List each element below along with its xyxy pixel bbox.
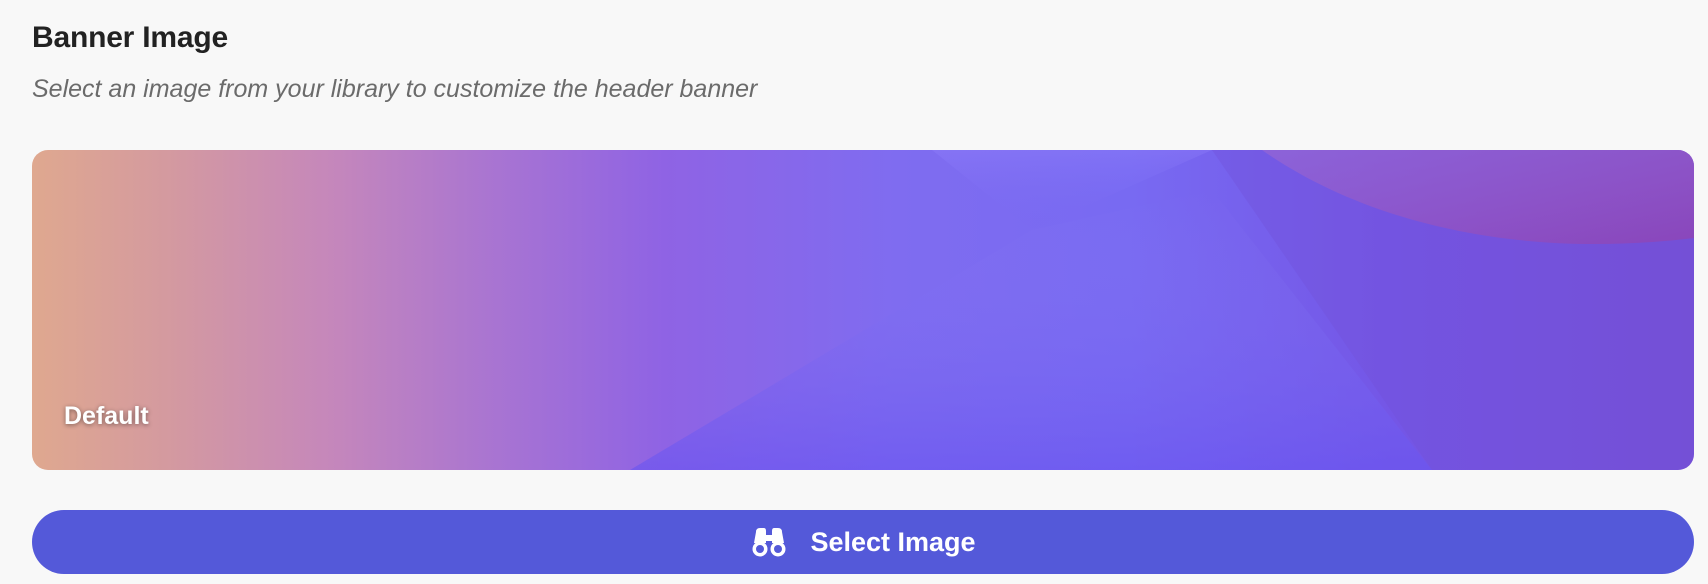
section-title: Banner Image	[32, 21, 228, 54]
banner-image-section: Banner Image Select an image from your l…	[32, 0, 1694, 584]
banner-name-label: Default	[64, 402, 149, 430]
select-image-button[interactable]: Select Image	[32, 510, 1694, 574]
binoculars-icon	[750, 526, 788, 558]
banner-preview[interactable]: Default	[32, 150, 1694, 470]
select-image-button-label: Select Image	[810, 527, 976, 557]
banner-background-graphic	[630, 150, 1694, 470]
section-description: Select an image from your library to cus…	[32, 75, 758, 103]
